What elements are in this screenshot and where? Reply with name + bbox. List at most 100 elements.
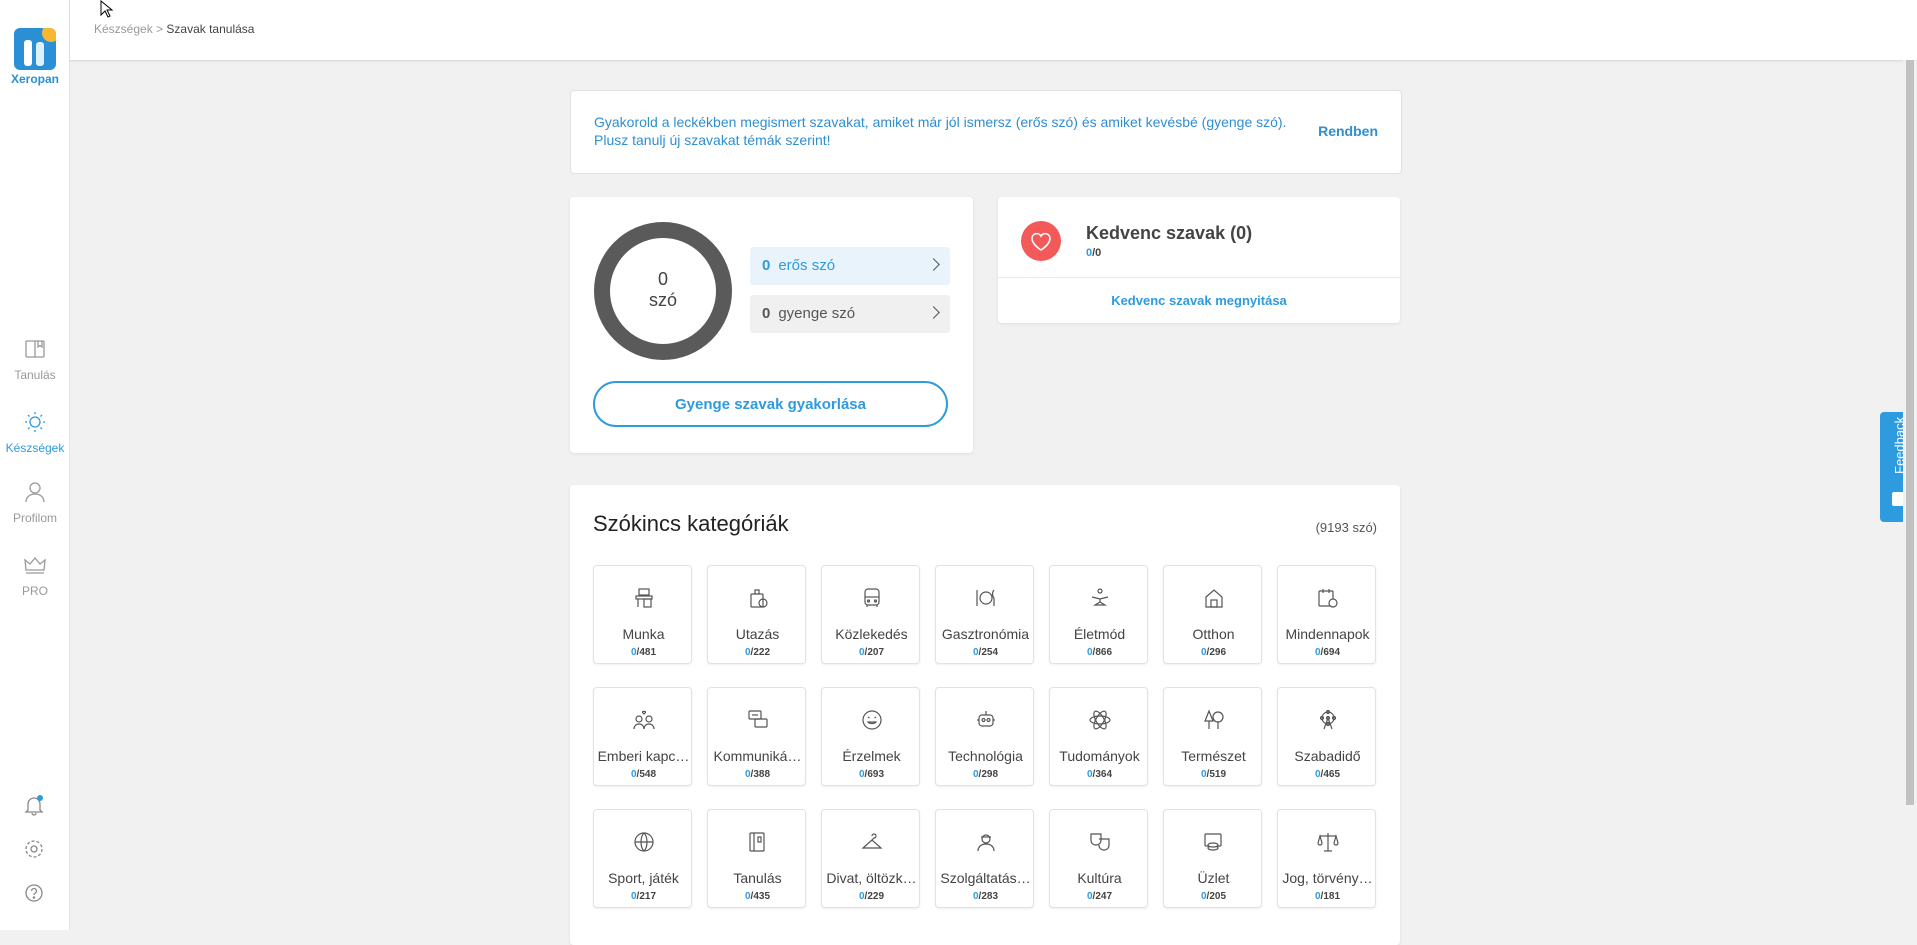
- category-progress: 0/181: [1278, 891, 1377, 902]
- info-banner: Gyakorold a leckékben megismert szavakat…: [570, 90, 1402, 174]
- category-name: Emberi kapc…: [597, 748, 690, 764]
- category-tile[interactable]: Kommuniká… 0/388: [707, 687, 806, 786]
- category-progress: 0/207: [822, 647, 921, 658]
- category-total: /364: [1092, 769, 1113, 780]
- ferris-wheel-icon: [1319, 709, 1337, 730]
- category-tile[interactable]: Természet 0/519: [1163, 687, 1262, 786]
- plate-icon: [976, 589, 995, 606]
- category-total: /388: [750, 769, 771, 780]
- sidebar-item-keszsegek[interactable]: Készségek: [0, 410, 70, 455]
- category-total: /694: [1320, 647, 1341, 658]
- category-tile[interactable]: Munka 0/481: [593, 565, 692, 664]
- top-bar: Készségek > Szavak tanulása: [70, 0, 1917, 61]
- category-name: Munka: [622, 626, 665, 642]
- category-name: Természet: [1181, 748, 1246, 764]
- weak-words-button[interactable]: 0 gyenge szó: [750, 295, 950, 333]
- category-tile[interactable]: Kultúra 0/247: [1049, 809, 1148, 908]
- category-tile[interactable]: Közlekedés 0/207: [821, 565, 920, 664]
- chevron-right-icon: [927, 306, 940, 319]
- category-progress: 0/254: [936, 647, 1035, 658]
- category-total: /465: [1320, 769, 1341, 780]
- robot-icon: [977, 711, 995, 727]
- category-tile[interactable]: Érzelmek 0/693: [821, 687, 920, 786]
- category-tile[interactable]: Otthon 0/296: [1163, 565, 1262, 664]
- category-tile[interactable]: Jog, törvény… 0/181: [1277, 809, 1376, 908]
- category-tile[interactable]: Gasztronómia 0/254: [935, 565, 1034, 664]
- category-tile[interactable]: Tanulás 0/435: [707, 809, 806, 908]
- vocabulary-categories-card: Szókincs kategóriák (9193 szó) Munka 0/48…: [570, 485, 1400, 945]
- crown-icon: [24, 556, 46, 574]
- breadcrumb-current: Szavak tanulása: [166, 22, 255, 36]
- weak-count: 0: [762, 305, 771, 322]
- sidebar: Xeropan Tanulás Készségek Profilom PRO: [0, 0, 70, 930]
- smile-icon: [862, 710, 882, 730]
- category-progress: 0/205: [1164, 891, 1263, 902]
- strong-count: 0: [762, 257, 771, 274]
- breadcrumb-parent[interactable]: Készségek: [94, 22, 153, 36]
- category-tile[interactable]: Sport, játék 0/217: [593, 809, 692, 908]
- favorites-card: Kedvenc szavak (0) 0/0 Kedvenc szavak me…: [998, 197, 1400, 323]
- sidebar-item-profilom[interactable]: Profilom: [0, 480, 70, 525]
- category-name: Technológia: [948, 748, 1023, 764]
- word-count-label: 0 szó: [593, 269, 733, 311]
- category-progress: 0/435: [708, 891, 807, 902]
- category-total: /247: [1092, 891, 1113, 902]
- category-tile[interactable]: Szabadidő 0/465: [1277, 687, 1376, 786]
- category-progress: 0/364: [1050, 769, 1149, 780]
- desk-icon: [635, 588, 653, 608]
- weak-label: gyenge szó: [778, 305, 856, 322]
- category-tile[interactable]: Divat, öltözk… 0/229: [821, 809, 920, 908]
- scrollbar[interactable]: [1903, 60, 1917, 930]
- category-progress: 0/465: [1278, 769, 1377, 780]
- scales-icon: [1317, 833, 1339, 852]
- chat-icon: [748, 710, 768, 728]
- open-favorites-link[interactable]: Kedvenc szavak megnyitása: [998, 293, 1400, 308]
- favorites-title: Kedvenc szavak (0): [1086, 223, 1253, 243]
- scrollbar-thumb[interactable]: [1906, 60, 1914, 805]
- category-tile[interactable]: Mindennapok 0/694: [1277, 565, 1376, 664]
- divider: [998, 277, 1400, 278]
- category-tile[interactable]: Technológia 0/298: [935, 687, 1034, 786]
- calendar-icon: [1318, 589, 1338, 608]
- category-tile[interactable]: Életmód 0/866: [1049, 565, 1148, 664]
- word-stats-card: 0 szó 0 erős szó 0 gyenge szó Gyenge szava…: [570, 197, 973, 453]
- category-total: /205: [1206, 891, 1227, 902]
- category-progress: 0/247: [1050, 891, 1149, 902]
- practice-weak-words-button[interactable]: Gyenge szavak gyakorlása: [593, 381, 948, 427]
- category-name: Közlekedés: [835, 626, 908, 642]
- chevron-right-icon: [927, 258, 940, 271]
- strong-words-button[interactable]: 0 erős szó: [750, 247, 950, 285]
- people-icon: [633, 710, 655, 730]
- sidebar-item-tanulas[interactable]: Tanulás: [0, 337, 70, 382]
- category-name: Kommuniká…: [713, 748, 802, 764]
- category-tile[interactable]: Üzlet 0/205: [1163, 809, 1262, 908]
- info-text: Gyakorold a leckékben megismert szavakat…: [594, 114, 1287, 148]
- category-progress: 0/481: [594, 647, 693, 658]
- category-total: /207: [864, 647, 885, 658]
- category-total: /229: [864, 891, 885, 902]
- category-total: /548: [636, 769, 657, 780]
- sidebar-item-pro[interactable]: PRO: [0, 553, 70, 598]
- category-progress: 0/694: [1278, 647, 1377, 658]
- category-total: /693: [864, 769, 885, 780]
- ok-button[interactable]: Rendben: [1318, 123, 1378, 139]
- category-tile[interactable]: Emberi kapc… 0/548: [593, 687, 692, 786]
- help-icon[interactable]: [23, 882, 45, 904]
- breadcrumb-separator: >: [156, 22, 164, 36]
- category-name: Divat, öltözk…: [826, 870, 917, 886]
- category-total: /222: [750, 647, 771, 658]
- gear-icon[interactable]: [23, 838, 45, 860]
- category-progress: 0/866: [1050, 647, 1149, 658]
- category-progress: 0/296: [1164, 647, 1263, 658]
- category-name: Érzelmek: [842, 748, 901, 764]
- category-name: Szolgáltatás…: [940, 870, 1031, 886]
- bell-icon[interactable]: [23, 794, 45, 816]
- category-tile[interactable]: Tudományok 0/364: [1049, 687, 1148, 786]
- app-logo[interactable]: Xeropan: [10, 28, 60, 86]
- categories-word-count: (9193 szó): [1315, 520, 1377, 535]
- category-name: Életmód: [1073, 626, 1126, 642]
- atom-icon: [1089, 710, 1111, 730]
- luggage-icon: [750, 589, 768, 608]
- category-tile[interactable]: Utazás 0/222: [707, 565, 806, 664]
- category-tile[interactable]: Szolgáltatás… 0/283: [935, 809, 1034, 908]
